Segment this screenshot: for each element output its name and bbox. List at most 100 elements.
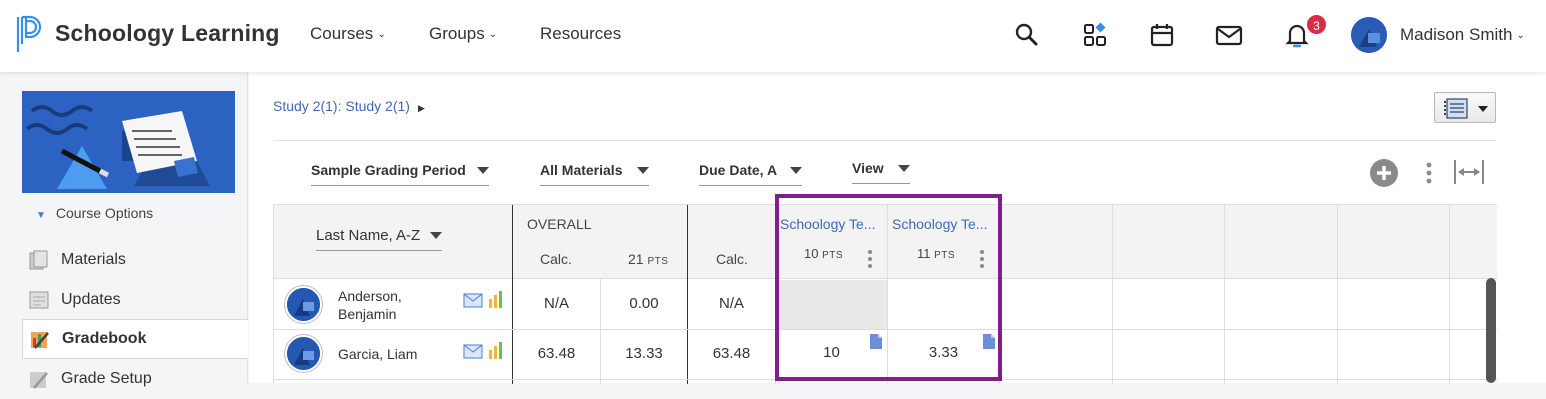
assignment-points: 10 PTS	[804, 246, 843, 261]
message-student-icon[interactable]	[463, 293, 483, 313]
overall-calc-cell: N/A	[543, 295, 569, 312]
mail-icon[interactable]	[1214, 20, 1244, 50]
search-icon[interactable]	[1012, 20, 1042, 50]
nav-resources[interactable]: Resources	[540, 24, 621, 44]
nav-resources-label: Resources	[540, 24, 622, 43]
student-full-name: Garcia, Liam	[338, 346, 418, 362]
caret-down-icon	[898, 165, 910, 172]
nav-courses[interactable]: Courses ⌄	[310, 24, 386, 44]
period-calc-header: Calc.	[716, 251, 748, 267]
assignment-menu-icon[interactable]	[865, 248, 875, 270]
student-sort-select[interactable]: Last Name, A-Z	[316, 225, 442, 251]
nav-groups-label: Groups	[429, 24, 485, 43]
grade-setup-icon	[30, 372, 48, 389]
pts-unit: PTS	[822, 250, 844, 261]
breadcrumb-label: Study 2(1): Study 2(1)	[273, 98, 410, 114]
add-circle-icon[interactable]	[1369, 158, 1399, 193]
course-banner-image[interactable]	[22, 91, 235, 193]
header-divider	[273, 140, 1496, 141]
chevron-down-icon: ⌄	[488, 29, 498, 41]
overall-calc-cell: 63.48	[537, 345, 576, 362]
top-navigation-bar: Schoology Learning Courses ⌄ Groups ⌄ Reso…	[0, 0, 1546, 72]
caret-right-icon: ▶	[417, 103, 425, 113]
schoology-logo-icon[interactable]	[14, 14, 44, 54]
app-logo-text[interactable]: Schoology Learning	[55, 20, 280, 47]
assignment-points-value: 11	[917, 246, 931, 261]
row-divider	[274, 379, 1497, 380]
student-avatar[interactable]	[285, 286, 322, 323]
chevron-down-icon: ⌄	[1516, 30, 1525, 42]
column-divider	[999, 205, 1000, 384]
caret-down-icon	[790, 167, 802, 174]
chevron-down-icon: ⌄	[377, 29, 386, 41]
view-value: View	[852, 160, 884, 176]
user-avatar[interactable]	[1351, 17, 1387, 53]
breadcrumb[interactable]: Study 2(1): Study 2(1) ▶	[273, 98, 425, 114]
course-options-label: Course Options	[55, 205, 154, 221]
period-calc-cell: N/A	[718, 295, 744, 312]
gradebook-main: Study 2(1): Study 2(1) ▶ Sample Grading P…	[249, 72, 1546, 384]
student-sort-value: Last Name, A-Z	[316, 227, 421, 244]
sidebar-item-label: Updates	[61, 291, 121, 308]
sidebar-item-gradebook[interactable]: Gradebook	[22, 319, 248, 359]
sort-select[interactable]: Due Date, A	[699, 160, 802, 186]
pts-unit: PTS	[934, 250, 956, 261]
nav-courses-label: Courses	[310, 24, 374, 43]
overall-points-value: 21	[628, 251, 644, 267]
column-divider	[1337, 205, 1338, 384]
grid-header-row	[274, 205, 1497, 279]
message-student-icon[interactable]	[463, 344, 483, 364]
row-divider	[274, 329, 1497, 330]
grade-cell[interactable]	[888, 280, 999, 329]
sidebar-item-label: Materials	[61, 251, 126, 268]
vertical-scrollbar[interactable]	[1486, 278, 1496, 383]
assignment-points: 11 PTS	[917, 246, 955, 261]
gradebook-grid: Last Name, A-Z OVERALL Calc. 21 PTS Calc…	[273, 204, 1497, 384]
grading-period-select[interactable]: Sample Grading Period	[311, 160, 489, 186]
sidebar-item-grade-setup[interactable]: Grade Setup	[22, 359, 248, 399]
display-options-button[interactable]	[1434, 92, 1496, 123]
assignment-menu-icon[interactable]	[977, 248, 987, 270]
sidebar-item-label: Gradebook	[62, 330, 147, 347]
student-stats-icon[interactable]	[488, 341, 504, 364]
column-divider	[1112, 205, 1113, 384]
sidebar-item-materials[interactable]: Materials	[22, 240, 248, 280]
updates-icon	[29, 291, 49, 309]
column-divider	[1449, 205, 1450, 384]
overall-calc-header: Calc.	[540, 251, 572, 267]
nav-groups[interactable]: Groups ⌄	[429, 24, 497, 44]
calendar-icon[interactable]	[1147, 20, 1177, 50]
student-name-link[interactable]: Garcia, Liam	[338, 345, 417, 363]
overall-points-cell: 13.33	[625, 345, 663, 362]
view-select[interactable]: View	[852, 158, 910, 184]
caret-down-icon	[637, 167, 649, 174]
student-avatar[interactable]	[285, 335, 322, 372]
user-menu[interactable]: Madison Smith ⌄	[1400, 25, 1525, 45]
column-divider	[1224, 205, 1225, 384]
materials-filter-value: All Materials	[540, 162, 623, 178]
student-last-name: Anderson,	[338, 288, 402, 304]
more-options-icon[interactable]	[1423, 160, 1435, 191]
gradebook-icon	[31, 332, 49, 349]
assignment-title-link[interactable]: Schoology Te...	[780, 216, 875, 232]
sort-value: Due Date, A	[699, 162, 778, 178]
submission-document-icon[interactable]	[983, 334, 995, 354]
expand-columns-icon[interactable]	[1453, 158, 1485, 191]
sidebar-item-updates[interactable]: Updates	[22, 280, 248, 320]
notification-count-badge: 3	[1305, 13, 1328, 36]
sidebar-item-label: Grade Setup	[61, 370, 152, 387]
materials-filter-select[interactable]: All Materials	[540, 160, 649, 186]
student-name-link[interactable]: Anderson, Benjamin	[338, 287, 402, 323]
course-options-toggle[interactable]: ▼ Course Options	[36, 205, 153, 221]
period-calc-cell: 63.48	[712, 345, 751, 362]
assignment-points-value: 10	[804, 246, 819, 261]
student-stats-icon[interactable]	[488, 290, 504, 313]
apps-icon[interactable]	[1080, 20, 1110, 50]
grade-cell-excused[interactable]	[776, 280, 887, 329]
submission-document-icon[interactable]	[870, 334, 882, 354]
caret-down-icon: ▼	[36, 210, 46, 221]
assignment-title-link[interactable]: Schoology Te...	[892, 216, 987, 232]
pts-unit: PTS	[647, 256, 669, 267]
caret-down-icon	[430, 232, 442, 239]
student-first-name: Benjamin	[338, 306, 397, 322]
